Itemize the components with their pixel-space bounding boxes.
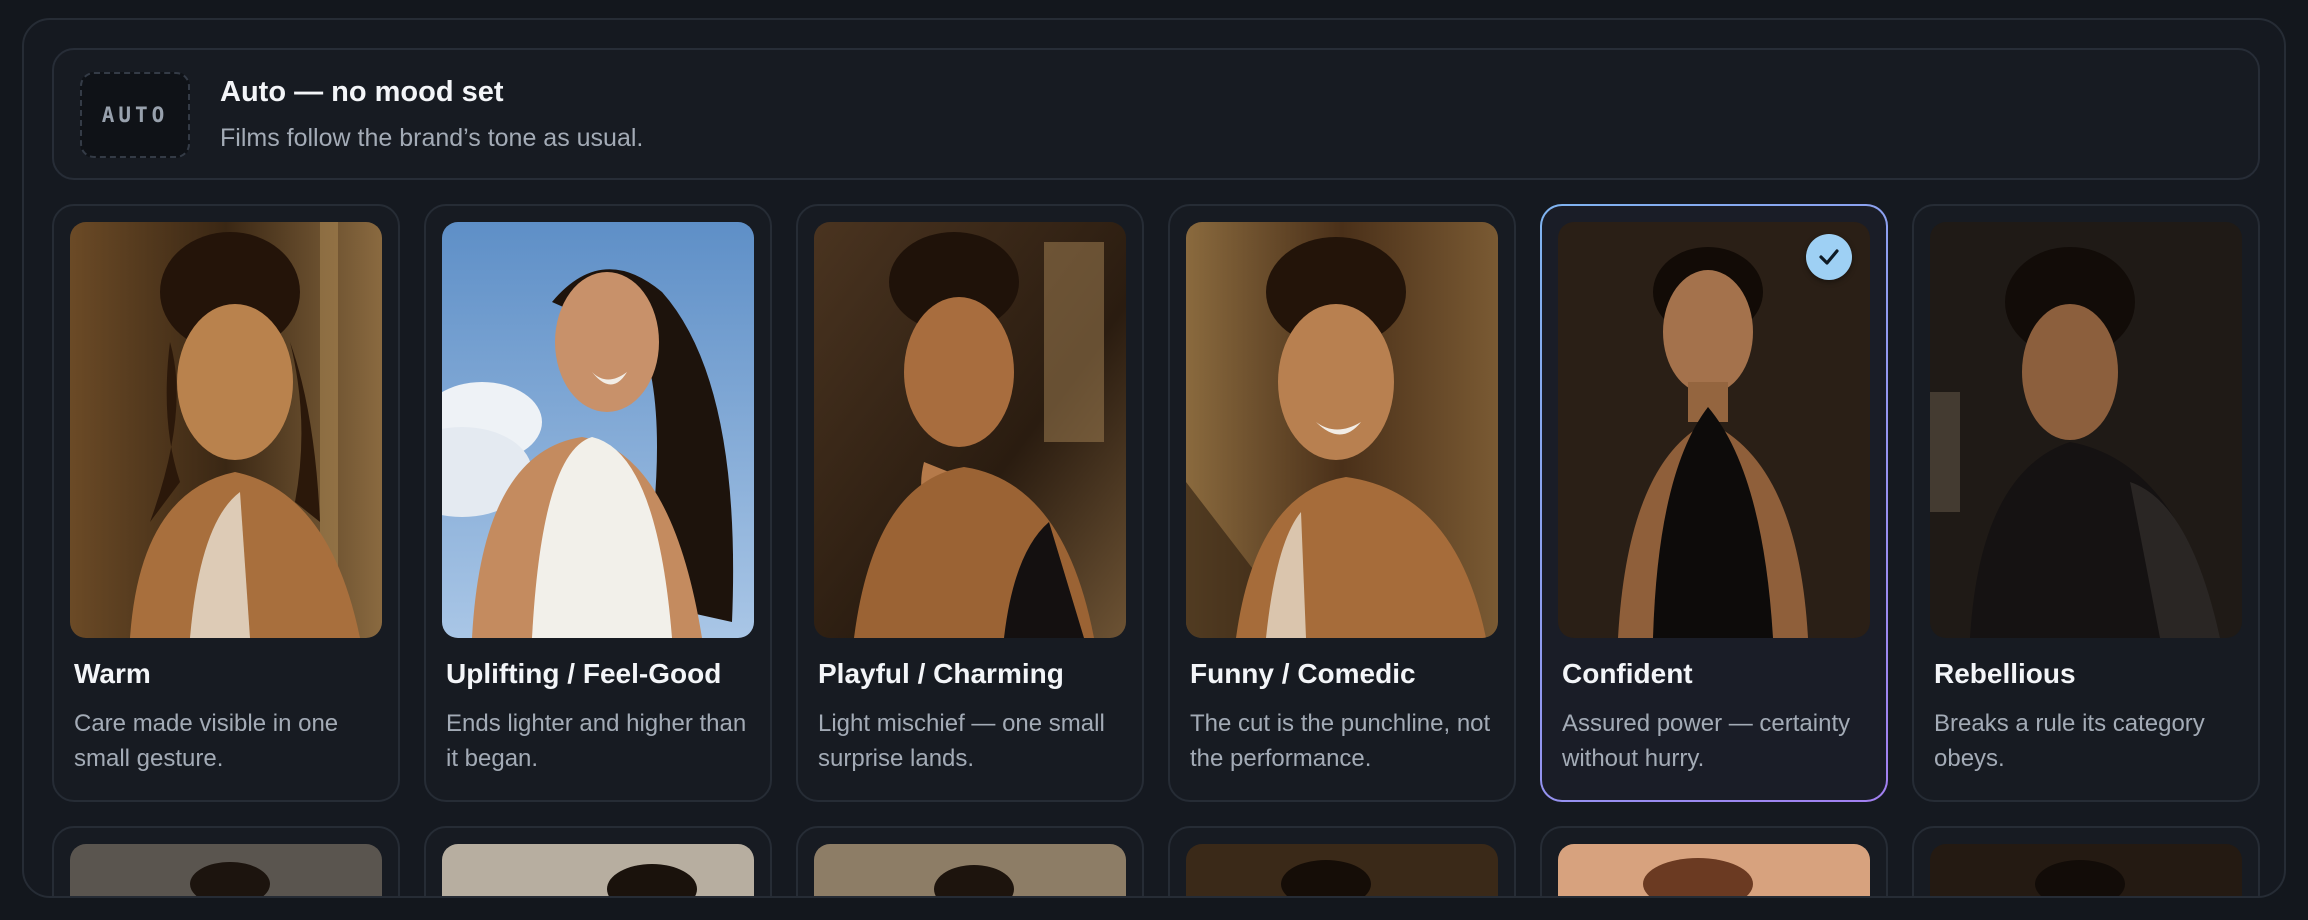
mood-photo [1186, 222, 1498, 638]
mood-title: Warm [74, 658, 151, 689]
mood-photo [1558, 844, 1870, 896]
mood-photo [442, 222, 754, 638]
auto-title: Auto — no mood set [220, 76, 504, 108]
mood-card-playful[interactable]: Playful / Charming Light mischief — one … [796, 204, 1144, 802]
mood-title: Rebellious [1934, 658, 2076, 689]
mood-card-funny[interactable]: Funny / Comedic The cut is the punchline… [1168, 204, 1516, 802]
mood-card-partial[interactable] [1168, 826, 1516, 896]
mood-photo [70, 844, 382, 896]
mood-title: Uplifting / Feel-Good [446, 658, 722, 689]
mood-card-partial[interactable] [1912, 826, 2260, 896]
auto-mood-option[interactable]: AUTO Auto — no mood set Films follow the… [52, 48, 2260, 180]
mood-photo [1558, 222, 1870, 638]
mood-card-partial[interactable] [52, 826, 400, 896]
auto-badge: AUTO [80, 72, 190, 158]
mood-card-partial[interactable] [424, 826, 772, 896]
mood-description: The cut is the punchline, not the perfor… [1190, 710, 1491, 772]
mood-description: Assured power — certainty without hurry. [1562, 710, 1851, 772]
mood-card-rebellious[interactable]: Rebellious Breaks a rule its category ob… [1912, 204, 2260, 802]
mood-title: Funny / Comedic [1190, 658, 1416, 689]
mood-photo [1930, 222, 2242, 638]
mood-description: Light mischief — one small surprise land… [818, 710, 1105, 772]
mood-photo [1930, 844, 2242, 896]
mood-description: Breaks a rule its category obeys. [1934, 710, 2205, 772]
mood-title: Playful / Charming [818, 658, 1064, 689]
mood-photo [1186, 844, 1498, 896]
checkmark-icon [1806, 234, 1852, 280]
mood-photo [70, 222, 382, 638]
mood-card-warm[interactable]: Warm Care made visible in one small gest… [52, 204, 400, 802]
auto-subtitle: Films follow the brand’s tone as usual. [220, 124, 644, 152]
mood-card-partial[interactable] [796, 826, 1144, 896]
mood-description: Ends lighter and higher than it began. [446, 710, 747, 772]
mood-description: Care made visible in one small gesture. [74, 710, 339, 772]
mood-photo [442, 844, 754, 896]
mood-card-partial[interactable] [1540, 826, 1888, 896]
mood-photo [814, 222, 1126, 638]
mood-card-uplifting[interactable]: Uplifting / Feel-Good Ends lighter and h… [424, 204, 772, 802]
mood-photo [814, 844, 1126, 896]
mood-picker-panel: AUTO Auto — no mood set Films follow the… [22, 18, 2286, 898]
mood-card-confident[interactable]: Confident Assured power — certainty with… [1540, 204, 1888, 802]
mood-title: Confident [1562, 658, 1693, 689]
